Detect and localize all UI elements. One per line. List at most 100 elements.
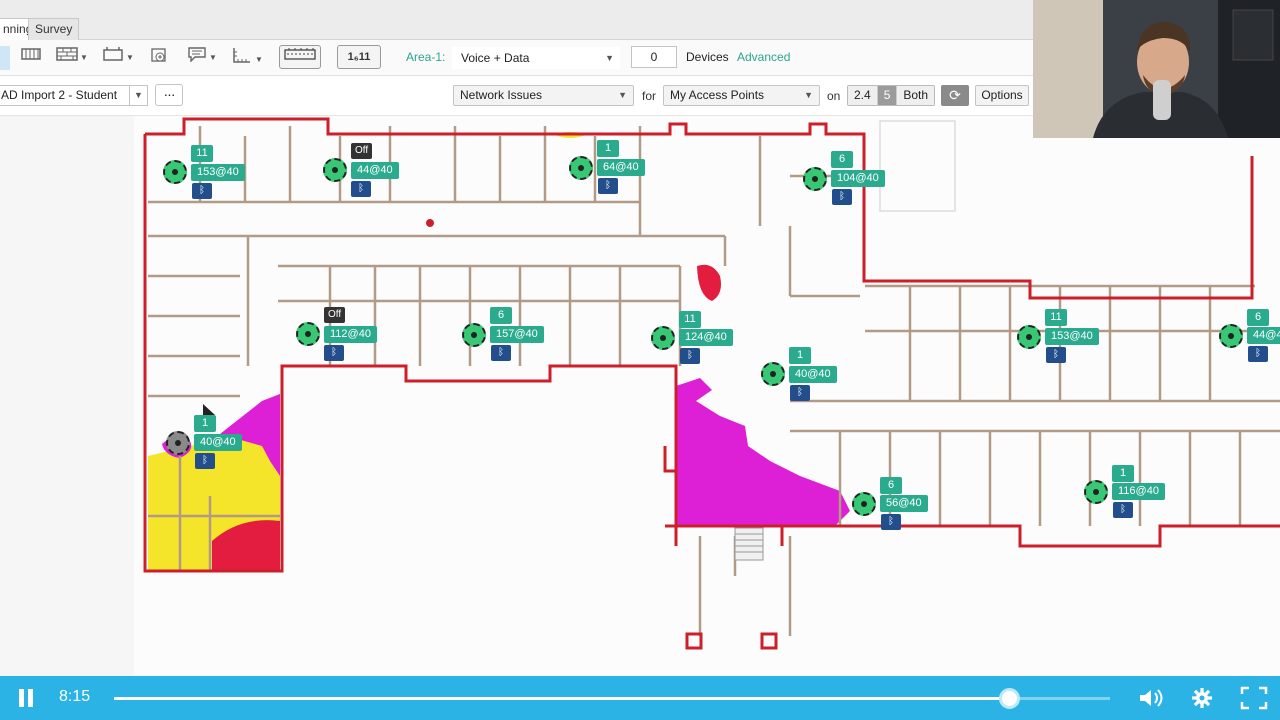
area-label: Area-1: (406, 50, 446, 64)
project-select[interactable]: AD Import 2 - Student ▼ (0, 85, 148, 106)
measure-tool-icon[interactable]: ▼ (229, 46, 265, 70)
app-root: nning Survey ▼ ▼ ▼ ▼ 1₆11 Area-1: Voice … (0, 0, 1280, 720)
ap-marker[interactable] (569, 156, 593, 180)
refresh-icon[interactable]: ⟳ (941, 85, 969, 106)
ap-value-label: 104@40 (831, 170, 885, 187)
bluetooth-icon: ᛒ (324, 345, 344, 361)
bluetooth-icon: ᛒ (195, 453, 215, 469)
brick-wall-icon[interactable]: ▼ (55, 46, 89, 70)
tab-bar: nning Survey (0, 0, 1034, 40)
annotation-tool-icon[interactable]: ▼ (185, 46, 219, 70)
wall-tool-icon[interactable] (20, 46, 42, 70)
fullscreen-icon[interactable] (1240, 686, 1268, 710)
ap-value-label: 56@40 (880, 495, 928, 512)
ap-value-label: 124@40 (679, 329, 733, 346)
floor-plan-drawing (134, 116, 1280, 676)
view-select[interactable]: Network Issues ▼ (453, 85, 634, 106)
map-view-button[interactable] (279, 45, 321, 69)
floor-plan-canvas[interactable]: 11 153@40 ᛒ Off 44@40 ᛒ 1 64@40 ᛒ 6 104@… (0, 116, 1280, 676)
ap-value-label: 40@40 (194, 434, 242, 451)
ap-marker[interactable] (651, 326, 675, 350)
options-button[interactable]: Options (975, 85, 1029, 106)
ap-channel-badge: 1 (597, 140, 619, 157)
door-tool-icon[interactable]: ▼ (101, 46, 135, 70)
ap-value-label: 112@40 (324, 326, 377, 343)
ap-value-label: 153@40 (191, 164, 245, 181)
select-tool-icon[interactable] (0, 46, 10, 70)
chevron-down-icon: ▼ (129, 86, 147, 105)
ap-channel-badge: 6 (490, 307, 512, 324)
devices-label: Devices (686, 50, 729, 64)
ap-value-label: 157@40 (490, 326, 544, 343)
ap-marker[interactable] (462, 323, 486, 347)
ap-marker[interactable] (163, 160, 187, 184)
add-ap-icon[interactable] (146, 46, 172, 70)
band-24-button[interactable]: 2.4 (848, 86, 878, 105)
video-progress-knob[interactable] (999, 688, 1021, 709)
project-select-value: AD Import 2 - Student (1, 88, 118, 102)
webcam-overlay (1033, 0, 1280, 138)
toolbar: ▼ ▼ ▼ ▼ 1₆11 Area-1: Voice + Data ▼ 0 De… (0, 40, 1034, 76)
video-progress-fill (114, 697, 1011, 700)
ap-marker[interactable] (1084, 480, 1108, 504)
pause-icon[interactable] (18, 689, 34, 707)
view-select-value: Network Issues (460, 88, 543, 102)
chevron-down-icon: ▼ (605, 53, 614, 63)
advanced-link[interactable]: Advanced (737, 50, 790, 64)
video-controls-bar: 8:15 (0, 676, 1280, 720)
ap-value-label: 40@40 (789, 366, 837, 383)
tab-survey[interactable]: Survey (28, 18, 80, 40)
bluetooth-icon: ᛒ (491, 345, 511, 361)
channel-plan-button[interactable]: 1₆11 (337, 45, 381, 69)
ap-marker[interactable] (166, 431, 190, 455)
for-label: for (642, 89, 657, 103)
band-5-button[interactable]: 5 (877, 86, 898, 105)
on-label: on (827, 89, 841, 103)
bluetooth-icon: ᛒ (881, 514, 901, 530)
bluetooth-icon: ᛒ (680, 348, 700, 364)
ap-channel-badge: 11 (191, 145, 213, 162)
more-options-button[interactable]: ··· (155, 84, 183, 106)
video-time: 8:15 (59, 688, 91, 705)
bluetooth-icon: ᛒ (192, 183, 212, 199)
video-progress-track[interactable] (114, 688, 1110, 709)
ap-channel-badge: 6 (831, 151, 853, 168)
devices-count-input[interactable]: 0 (631, 46, 677, 68)
ap-channel-badge: 11 (679, 311, 701, 328)
ap-marker[interactable] (852, 492, 876, 516)
ap-value-label: 44@40 (1247, 327, 1280, 344)
ap-channel-badge: 11 (1045, 309, 1067, 326)
bluetooth-icon: ᛒ (790, 385, 810, 401)
ap-marker[interactable] (1017, 325, 1041, 349)
chevron-down-icon: ▼ (618, 90, 627, 100)
area-select[interactable]: Voice + Data ▼ (452, 47, 620, 69)
volume-icon[interactable] (1137, 686, 1165, 710)
bluetooth-icon: ᛒ (1046, 347, 1066, 363)
channel-plan-label: 1₆11 (347, 51, 371, 63)
ap-marker[interactable] (761, 362, 785, 386)
bluetooth-icon: ᛒ (598, 178, 618, 194)
off-badge: Off (351, 143, 373, 159)
ap-value-label: 153@40 (1045, 328, 1099, 345)
gear-icon[interactable] (1188, 686, 1216, 710)
presenter-video-image (1033, 0, 1280, 138)
bluetooth-icon: ᛒ (1113, 502, 1133, 518)
ap-marker[interactable] (323, 158, 347, 182)
band-toggle-group: 2.4 5 Both (847, 85, 936, 106)
ap-value-label: 116@40 (1112, 483, 1165, 500)
bluetooth-icon: ᛒ (1248, 346, 1268, 362)
ap-value-label: 44@40 (351, 162, 399, 179)
ap-marker[interactable] (296, 322, 320, 346)
ap-marker[interactable] (803, 167, 827, 191)
filter-bar: AD Import 2 - Student ▼ ··· Network Issu… (0, 76, 1034, 116)
area-select-value: Voice + Data (461, 51, 530, 65)
ap-channel-badge: 6 (880, 477, 902, 494)
ap-select[interactable]: My Access Points ▼ (663, 85, 820, 106)
band-both-button[interactable]: Both (897, 86, 935, 105)
ap-marker[interactable] (1219, 324, 1243, 348)
ap-value-label: 64@40 (597, 159, 645, 176)
ap-channel-badge: 1 (789, 347, 811, 364)
off-badge: Off (324, 307, 346, 323)
ap-select-value: My Access Points (670, 88, 765, 102)
bluetooth-icon: ᛒ (832, 189, 852, 205)
